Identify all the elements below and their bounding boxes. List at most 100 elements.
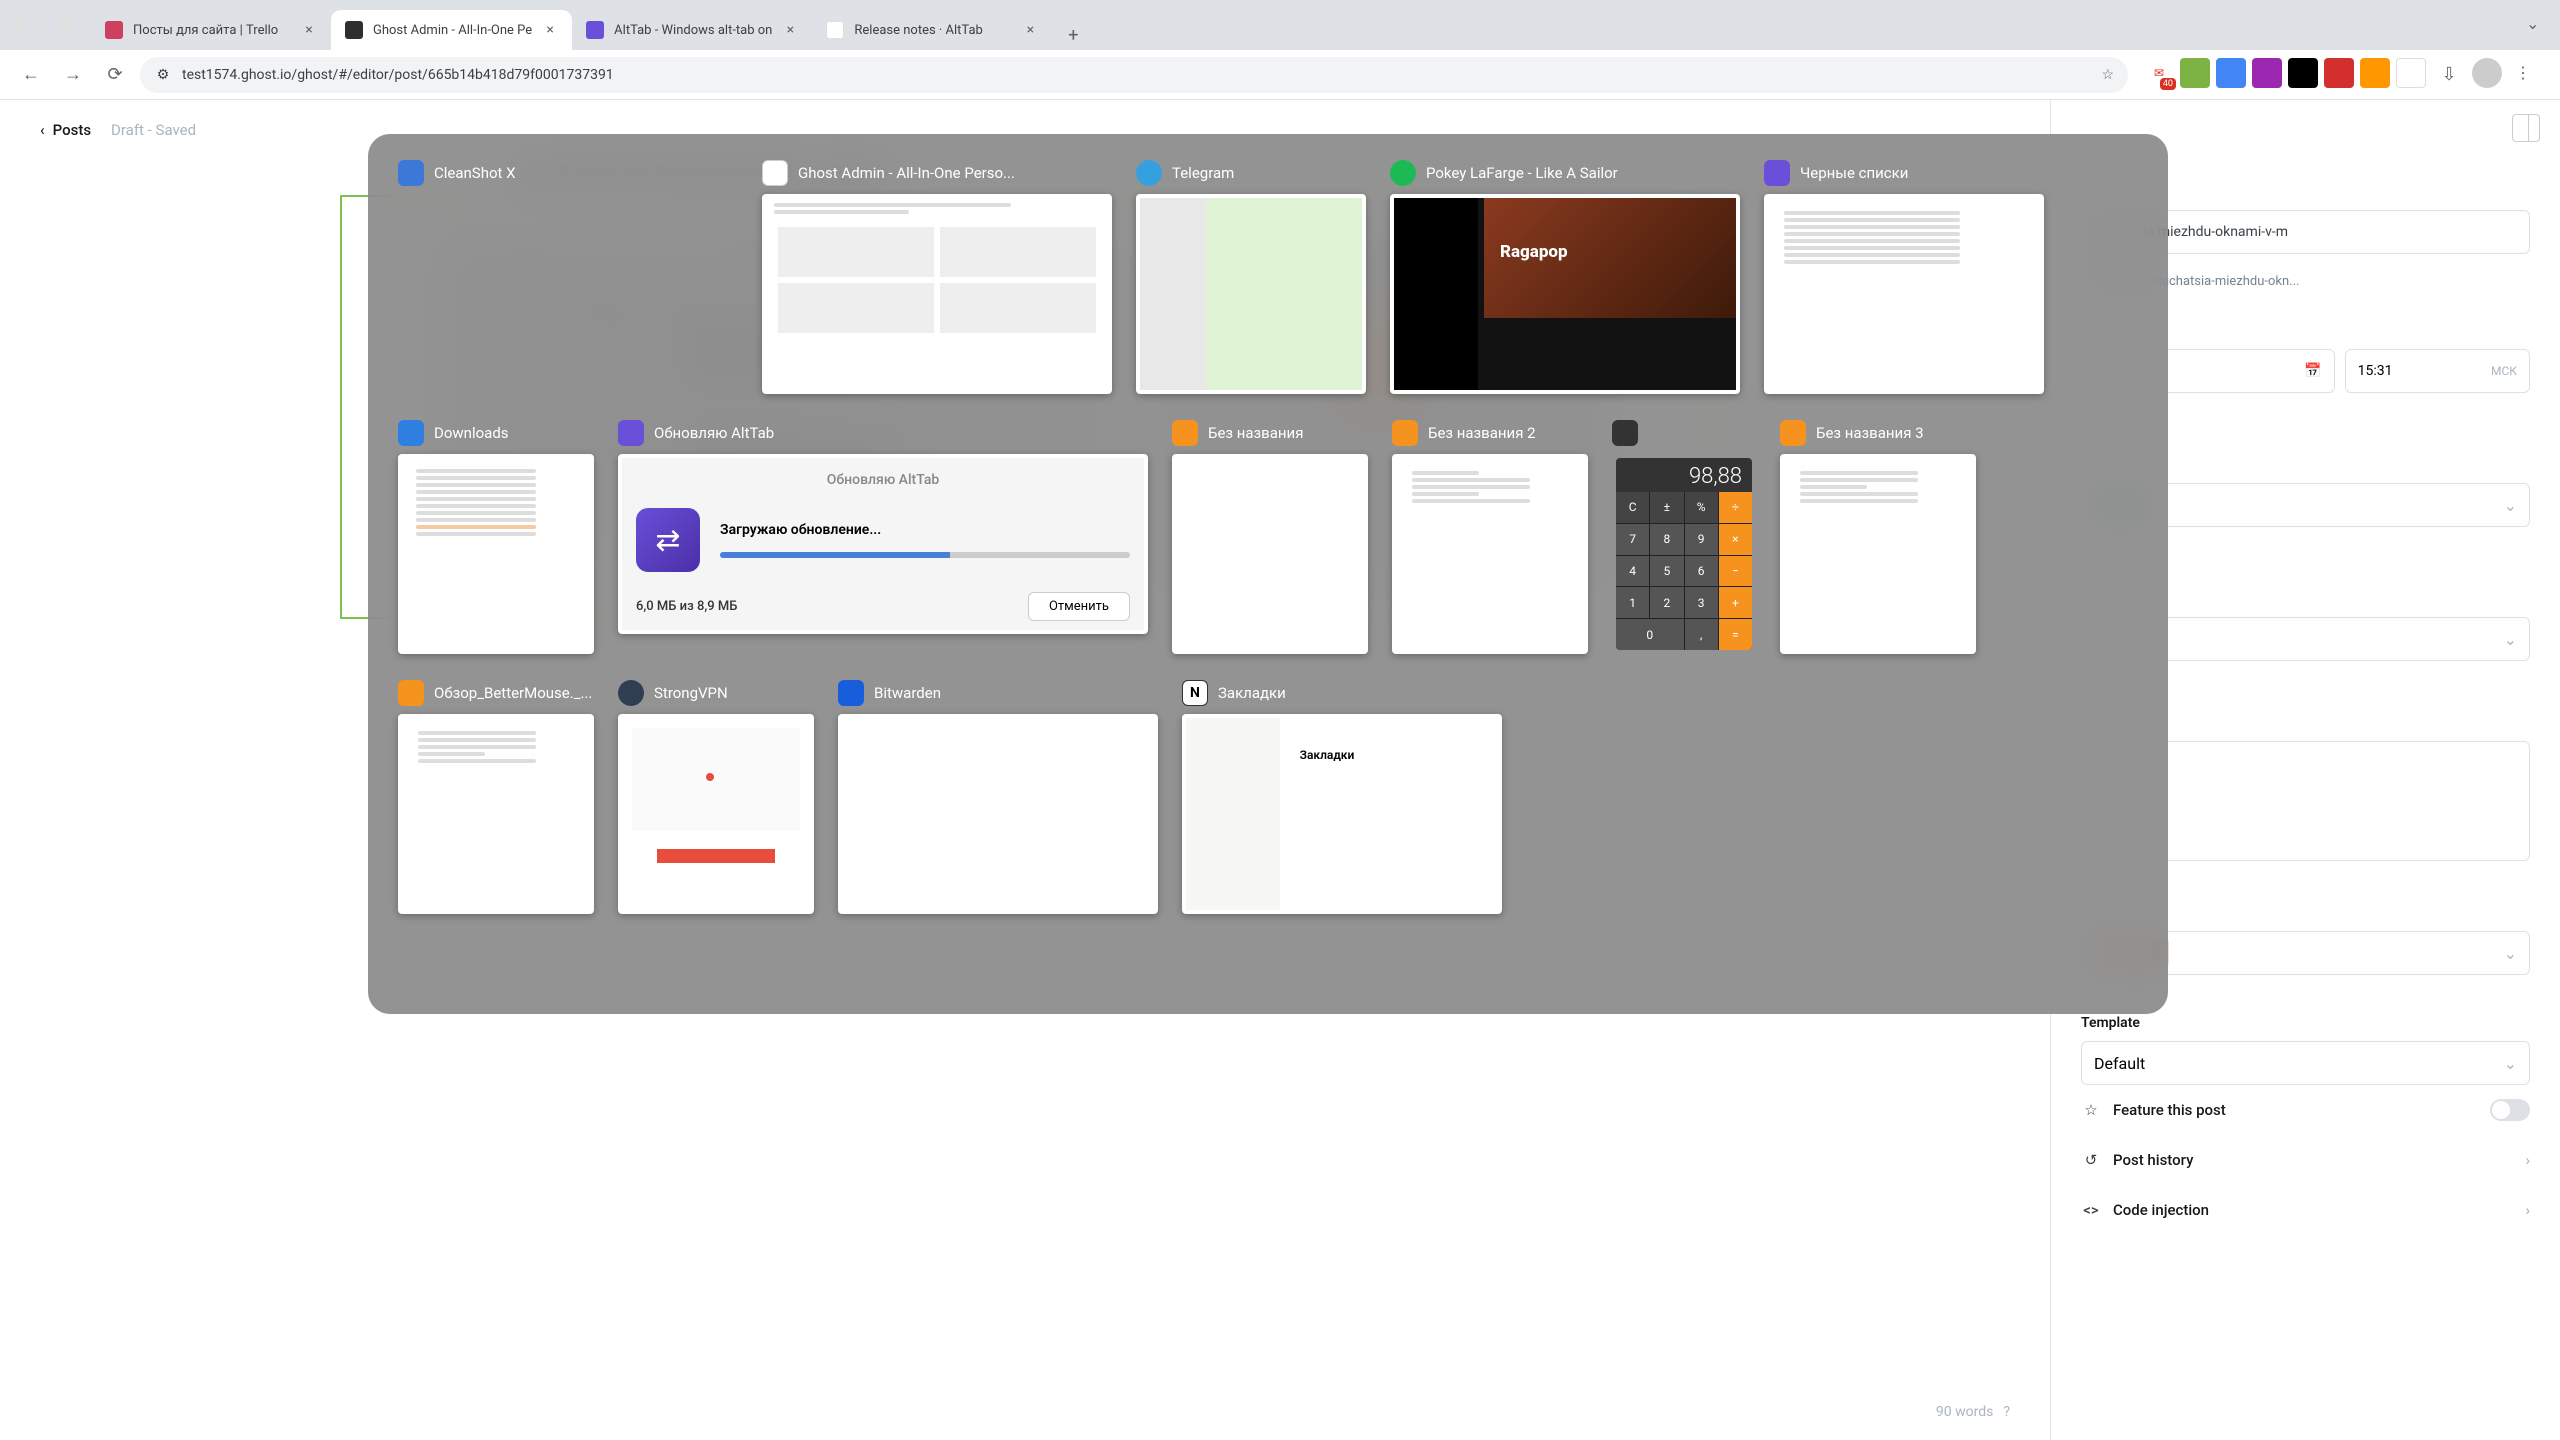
toggle-switch[interactable] bbox=[2490, 1099, 2530, 1121]
help-icon[interactable]: ? bbox=[2003, 1404, 2010, 1420]
calc-key[interactable]: − bbox=[1719, 556, 1752, 587]
alttab-item-strongvpn[interactable]: StrongVPN bbox=[618, 680, 814, 914]
forward-button[interactable]: → bbox=[56, 58, 90, 92]
alttab-item-cleanshot[interactable]: CleanShot X bbox=[398, 160, 738, 394]
update-title: Обновляю AltTab bbox=[827, 472, 939, 488]
calc-key[interactable]: = bbox=[1719, 619, 1752, 650]
alttab-item-pages3[interactable]: Без названия 3 bbox=[1780, 420, 1976, 654]
calc-key[interactable]: 6 bbox=[1685, 556, 1718, 587]
code-injection-link[interactable]: <>Code injection › bbox=[2081, 1185, 2530, 1235]
gmail-ext-icon[interactable]: ✉40 bbox=[2144, 58, 2174, 88]
calc-key[interactable]: 0 bbox=[1616, 619, 1684, 650]
calc-key[interactable]: ± bbox=[1650, 492, 1683, 523]
template-select[interactable]: Default⌄ bbox=[2081, 1041, 2530, 1085]
calc-key[interactable]: 8 bbox=[1650, 524, 1683, 555]
chevron-right-icon: › bbox=[2525, 1151, 2530, 1169]
ext-icon[interactable] bbox=[2324, 58, 2354, 88]
chevron-right-icon: › bbox=[2525, 1201, 2530, 1219]
alttab-favicon-icon bbox=[586, 21, 604, 39]
trello-favicon-icon bbox=[105, 21, 123, 39]
feature-post-toggle[interactable]: ☆Feature this post bbox=[2081, 1085, 2530, 1135]
chevron-down-icon[interactable]: ⌄ bbox=[2526, 14, 2548, 36]
code-icon: <> bbox=[2081, 1201, 2101, 1219]
chevron-down-icon: ⌄ bbox=[2504, 630, 2517, 649]
calc-key[interactable]: , bbox=[1685, 619, 1718, 650]
alttab-item-pages2[interactable]: Без названия 2 bbox=[1392, 420, 1588, 654]
window-thumbnail bbox=[838, 714, 1158, 914]
ext-icon[interactable] bbox=[2216, 58, 2246, 88]
alttab-item-bettermouse[interactable]: Обзор_BetterMouse._... bbox=[398, 680, 594, 914]
reload-button[interactable]: ⟳ bbox=[98, 58, 132, 92]
alttab-item-spotify[interactable]: Pokey LaFarge - Like A Sailor Ragapop ↖ bbox=[1390, 160, 1740, 394]
close-tab-icon[interactable]: × bbox=[1022, 22, 1038, 38]
sidebar-layout-icon[interactable] bbox=[2512, 114, 2540, 142]
word-count: 90 words ? bbox=[1936, 1404, 2010, 1420]
calc-key[interactable]: 3 bbox=[1685, 587, 1718, 618]
alttab-overlay[interactable]: CleanShot X Ghost Admin - All-In-One Per… bbox=[368, 134, 2168, 1014]
pages-icon bbox=[1172, 420, 1198, 446]
alttab-item-calculator[interactable]: 98,88 C ± % ÷ 7 8 9 × 4 5 6 − 1 bbox=[1612, 420, 1756, 654]
window-thumbnail bbox=[1780, 454, 1976, 654]
kebab-menu-icon[interactable]: ⋮ bbox=[2508, 58, 2538, 88]
alttab-item-telegram[interactable]: Telegram bbox=[1136, 160, 1366, 394]
alttab-item-update[interactable]: Обновляю AltTab Обновляю AltTab ⇄ Загруж… bbox=[618, 420, 1148, 654]
ext-icon[interactable] bbox=[2360, 58, 2390, 88]
browser-nav-bar: ← → ⟳ ⚙ test1574.ghost.io/ghost/#/editor… bbox=[0, 50, 2560, 100]
profile-avatar[interactable] bbox=[2472, 58, 2502, 88]
maximize-window-icon[interactable] bbox=[58, 19, 71, 32]
calc-key[interactable]: 2 bbox=[1650, 587, 1683, 618]
notion-icon: N bbox=[1182, 680, 1208, 706]
calc-key[interactable]: × bbox=[1719, 524, 1752, 555]
close-tab-icon[interactable]: × bbox=[782, 22, 798, 38]
cancel-button[interactable]: Отменить bbox=[1028, 592, 1130, 621]
alttab-item-bitwarden[interactable]: Bitwarden bbox=[838, 680, 1158, 914]
back-button[interactable]: ← bbox=[14, 58, 48, 92]
window-traffic-lights[interactable] bbox=[12, 19, 71, 32]
calc-key[interactable]: 1 bbox=[1616, 587, 1649, 618]
close-window-icon[interactable] bbox=[12, 19, 25, 32]
tab-alttab[interactable]: AltTab - Windows alt-tab on × bbox=[572, 10, 812, 50]
alttab-item-pages1[interactable]: Без названия bbox=[1172, 420, 1368, 654]
calc-key[interactable]: 7 bbox=[1616, 524, 1649, 555]
calc-key[interactable]: C bbox=[1616, 492, 1649, 523]
site-settings-icon[interactable]: ⚙ bbox=[154, 66, 172, 84]
calc-key[interactable]: 4 bbox=[1616, 556, 1649, 587]
posts-back-link[interactable]: ‹ Posts bbox=[40, 121, 91, 139]
time-input[interactable]: 15:31МСК bbox=[2345, 349, 2530, 393]
tab-ghost[interactable]: Ghost Admin - All-In-One Pe × bbox=[331, 10, 572, 50]
ext-icon[interactable] bbox=[2252, 58, 2282, 88]
tab-release-notes[interactable]: Release notes · AltTab × bbox=[812, 10, 1052, 50]
window-thumbnail: 98,88 C ± % ÷ 7 8 9 × 4 5 6 − 1 bbox=[1612, 454, 1756, 654]
alttab-item-blacklist[interactable]: Черные списки bbox=[1764, 160, 2044, 394]
chevron-left-icon: ‹ bbox=[40, 121, 45, 139]
close-tab-icon[interactable]: × bbox=[542, 22, 558, 38]
window-thumbnail bbox=[618, 714, 814, 914]
alttab-item-notion[interactable]: NЗакладки Закладки bbox=[1182, 680, 1502, 914]
calc-key[interactable]: 5 bbox=[1650, 556, 1683, 587]
calc-key[interactable]: ÷ bbox=[1719, 492, 1752, 523]
ext-icon[interactable] bbox=[2396, 58, 2426, 88]
tab-title: Посты для сайта | Trello bbox=[133, 23, 291, 38]
minimize-window-icon[interactable] bbox=[35, 19, 48, 32]
address-bar[interactable]: ⚙ test1574.ghost.io/ghost/#/editor/post/… bbox=[140, 57, 2128, 93]
calc-key[interactable]: + bbox=[1719, 587, 1752, 618]
tab-trello[interactable]: Посты для сайта | Trello × bbox=[91, 10, 331, 50]
close-tab-icon[interactable]: × bbox=[301, 22, 317, 38]
ext-icon[interactable] bbox=[2180, 58, 2210, 88]
bookmark-star-icon[interactable]: ☆ bbox=[2101, 67, 2114, 83]
calculator-icon bbox=[1612, 420, 1638, 446]
spotify-title: Ragapop bbox=[1500, 242, 1568, 262]
download-size: 6,0 МБ из 8,9 МБ bbox=[636, 599, 737, 614]
alttab-item-downloads[interactable]: Downloads bbox=[398, 420, 594, 654]
progress-bar bbox=[720, 552, 1130, 558]
download-icon[interactable]: ⇩ bbox=[2432, 58, 2466, 92]
loading-text: Загружаю обновление... bbox=[720, 522, 1130, 538]
post-history-link[interactable]: ↺Post history › bbox=[2081, 1135, 2530, 1185]
calc-key[interactable]: % bbox=[1685, 492, 1718, 523]
calc-key[interactable]: 9 bbox=[1685, 524, 1718, 555]
new-tab-button[interactable]: + bbox=[1058, 20, 1088, 50]
alttab-item-chrome[interactable]: Ghost Admin - All-In-One Perso... bbox=[762, 160, 1112, 394]
ext-icon[interactable] bbox=[2288, 58, 2318, 88]
ghost-favicon-icon bbox=[345, 21, 363, 39]
pages-icon bbox=[1780, 420, 1806, 446]
